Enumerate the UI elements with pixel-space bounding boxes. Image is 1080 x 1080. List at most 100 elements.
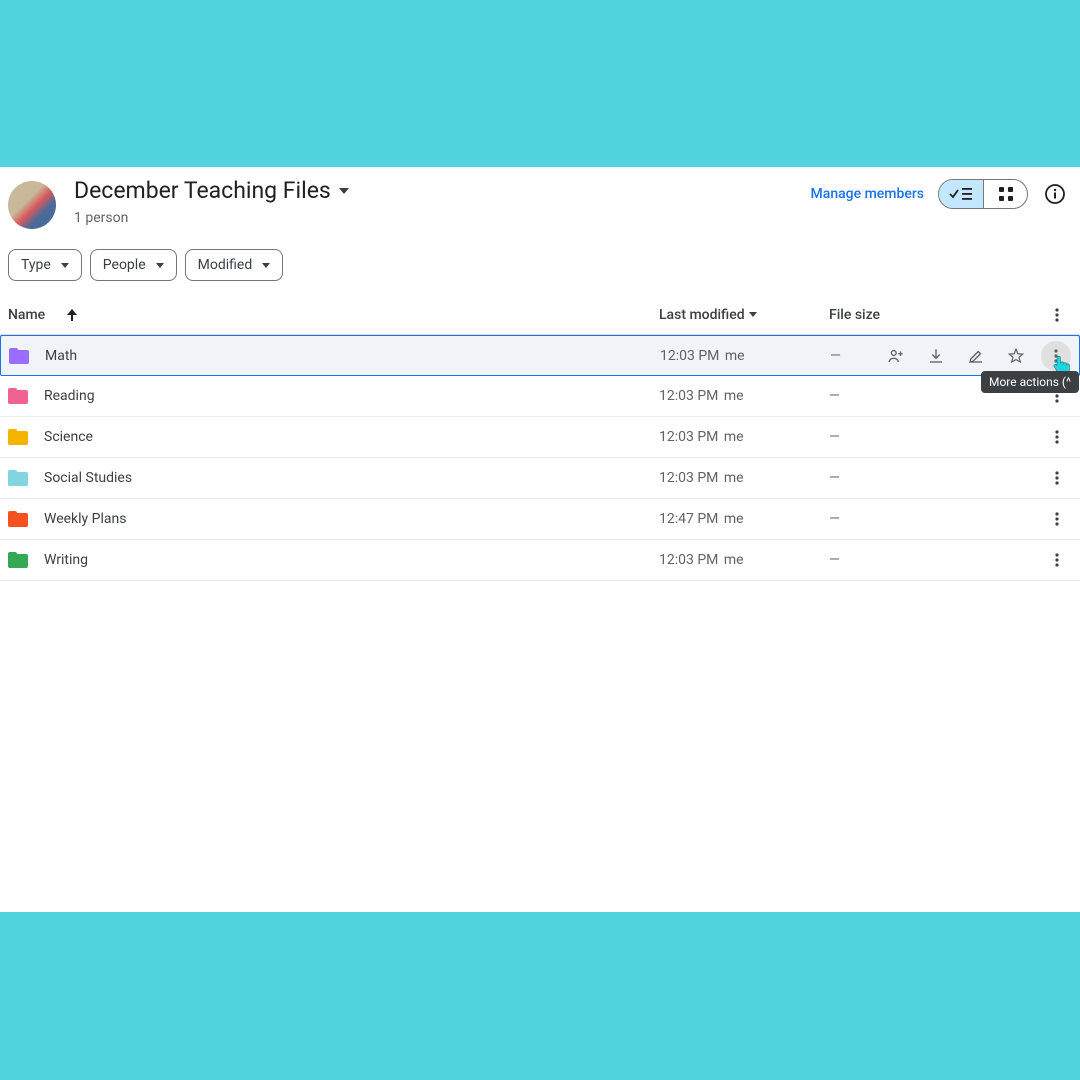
caret-down-icon xyxy=(262,263,270,268)
more-vert-icon xyxy=(1055,471,1059,485)
file-name: Weekly Plans xyxy=(44,511,126,527)
row-more-button[interactable] xyxy=(1042,471,1072,485)
modified-cell: 12:03 PM me xyxy=(659,552,829,568)
column-modified[interactable]: Last modified xyxy=(659,307,829,323)
header: December Teaching Files 1 person Manage … xyxy=(0,167,1080,229)
table-row[interactable]: Science12:03 PM me— xyxy=(0,417,1080,458)
modified-cell: 12:03 PM me xyxy=(659,429,829,445)
size-cell: — xyxy=(829,552,872,568)
more-vert-icon xyxy=(1055,553,1059,567)
row-actions xyxy=(871,341,1071,371)
modified-time: 12:03 PM xyxy=(660,348,719,364)
size-cell: — xyxy=(829,511,872,527)
modified-by: me xyxy=(720,552,743,568)
more-vert-icon xyxy=(1055,430,1059,444)
file-name: Science xyxy=(44,429,93,445)
filter-chips: Type People Modified xyxy=(0,229,1080,295)
star-button[interactable] xyxy=(1001,341,1031,371)
chip-label: Modified xyxy=(198,257,253,273)
row-more-button[interactable] xyxy=(1042,553,1072,567)
shared-drive-avatar[interactable] xyxy=(8,181,56,229)
modified-time: 12:03 PM xyxy=(659,470,718,486)
modified-cell: 12:47 PM me xyxy=(659,511,829,527)
share-icon xyxy=(887,347,905,365)
modified-by: me xyxy=(721,348,744,364)
table-header: Name Last modified File size xyxy=(0,295,1080,335)
folder-icon xyxy=(8,470,28,486)
size-cell: — xyxy=(830,348,871,364)
view-toggle xyxy=(938,179,1028,209)
modified-time: 12:03 PM xyxy=(659,388,718,404)
rename-icon xyxy=(967,347,985,365)
modified-time: 12:03 PM xyxy=(659,429,718,445)
more-vert-icon xyxy=(1054,349,1058,363)
more-vert-icon xyxy=(1055,512,1059,526)
column-label: File size xyxy=(829,307,880,323)
star-icon xyxy=(1007,347,1025,365)
filter-type[interactable]: Type xyxy=(8,249,82,281)
share-button[interactable] xyxy=(881,341,911,371)
tooltip: More actions (^ xyxy=(981,371,1079,393)
name-cell: Reading xyxy=(8,388,659,404)
column-label: Name xyxy=(8,307,45,323)
filter-people[interactable]: People xyxy=(90,249,177,281)
column-options[interactable] xyxy=(1042,308,1072,322)
row-more-button[interactable] xyxy=(1042,512,1072,526)
chip-label: Type xyxy=(21,257,51,273)
name-cell: Science xyxy=(8,429,659,445)
file-name: Writing xyxy=(44,552,88,568)
list-view-button[interactable] xyxy=(939,180,983,208)
folder-icon xyxy=(8,429,28,445)
table-row[interactable]: Social Studies12:03 PM me— xyxy=(0,458,1080,499)
manage-members-link[interactable]: Manage members xyxy=(811,186,924,202)
size-cell: — xyxy=(829,470,872,486)
modified-by: me xyxy=(720,470,743,486)
table-row[interactable]: Weekly Plans12:47 PM me— xyxy=(0,499,1080,540)
modified-time: 12:03 PM xyxy=(659,552,718,568)
folder-icon xyxy=(9,348,29,364)
rename-button[interactable] xyxy=(961,341,991,371)
name-cell: Weekly Plans xyxy=(8,511,659,527)
modified-cell: 12:03 PM me xyxy=(659,388,829,404)
drive-folder-view: December Teaching Files 1 person Manage … xyxy=(0,167,1080,912)
column-name[interactable]: Name xyxy=(8,307,659,323)
more-actions-button[interactable] xyxy=(1041,341,1071,371)
row-more-button[interactable] xyxy=(1042,430,1072,444)
folder-title-button[interactable]: December Teaching Files xyxy=(74,177,811,204)
info-button[interactable] xyxy=(1042,181,1068,207)
member-count: 1 person xyxy=(74,210,811,226)
file-name: Reading xyxy=(44,388,95,404)
title-block: December Teaching Files 1 person xyxy=(74,177,811,226)
modified-by: me xyxy=(720,429,743,445)
column-size[interactable]: File size xyxy=(829,307,1042,323)
grid-view-button[interactable] xyxy=(983,180,1027,208)
caret-down-icon xyxy=(749,312,757,317)
folder-icon xyxy=(8,511,28,527)
file-list: Math12:03 PM me—More actions (^Reading12… xyxy=(0,335,1080,581)
grid-icon xyxy=(998,186,1014,202)
info-icon xyxy=(1045,184,1065,204)
table-row[interactable]: Math12:03 PM me—More actions (^ xyxy=(0,335,1080,376)
modified-by: me xyxy=(720,511,743,527)
size-cell: — xyxy=(829,388,872,404)
file-name: Social Studies xyxy=(44,470,132,486)
modified-by: me xyxy=(720,388,743,404)
caret-down-icon xyxy=(339,188,349,194)
folder-title: December Teaching Files xyxy=(74,177,331,204)
sort-ascending-icon xyxy=(67,309,77,321)
modified-time: 12:47 PM xyxy=(659,511,718,527)
file-name: Math xyxy=(45,348,77,364)
table-row[interactable]: Reading12:03 PM me— xyxy=(0,376,1080,417)
chip-label: People xyxy=(103,257,146,273)
modified-cell: 12:03 PM me xyxy=(660,348,830,364)
name-cell: Writing xyxy=(8,552,659,568)
column-label: Last modified xyxy=(659,307,745,323)
modified-cell: 12:03 PM me xyxy=(659,470,829,486)
header-actions: Manage members xyxy=(811,179,1068,209)
filter-modified[interactable]: Modified xyxy=(185,249,284,281)
download-button[interactable] xyxy=(921,341,951,371)
table-row[interactable]: Writing12:03 PM me— xyxy=(0,540,1080,581)
folder-icon xyxy=(8,552,28,568)
caret-down-icon xyxy=(61,263,69,268)
name-cell: Social Studies xyxy=(8,470,659,486)
